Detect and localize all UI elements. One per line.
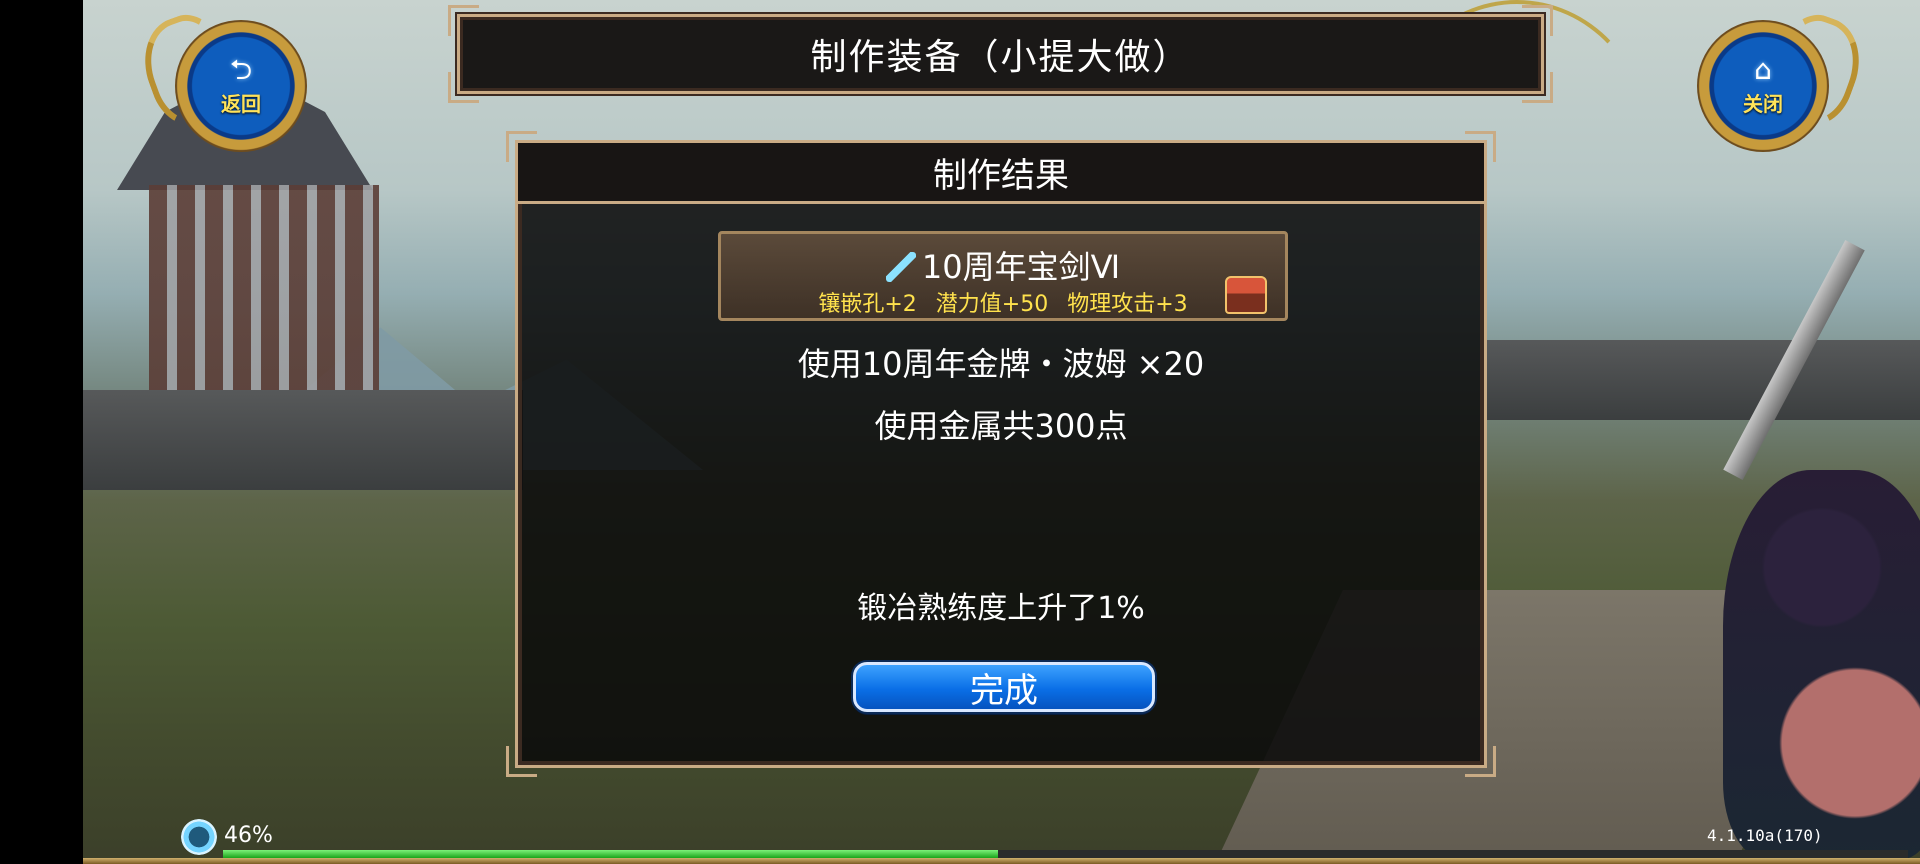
back-button[interactable]: ⮌ 返回 <box>131 5 307 152</box>
close-button[interactable]: ⌂ 关闭 <box>1697 5 1873 152</box>
title-banner: 制作装备（小提大做） <box>448 5 1553 103</box>
corner-ornament <box>506 746 537 777</box>
corner-ornament <box>1465 746 1496 777</box>
dialog-title: 制作结果 <box>933 155 1069 196</box>
done-button[interactable]: 完成 <box>853 662 1155 712</box>
corner-ornament <box>448 5 479 36</box>
proficiency-text: 锻冶熟练度上升了1% <box>857 591 1145 626</box>
item-stats: 镶嵌孔+2 潜力值+50 物理攻击+3 <box>721 286 1285 318</box>
item-stat: 潜力值+50 <box>935 292 1049 317</box>
corner-ornament <box>448 72 479 103</box>
back-button-label: 返回 <box>221 91 261 116</box>
page-title: 制作装备（小提大做） <box>810 37 1191 78</box>
crafted-item-card[interactable]: 10周年宝剑Ⅵ 镶嵌孔+2 潜力值+50 物理攻击+3 <box>718 231 1288 321</box>
version-label: 4.1.10a(170) <box>1707 826 1823 845</box>
progress-percentage: 46% <box>224 823 273 848</box>
stone-wall-right <box>1483 340 1920 420</box>
stone-wall-left <box>83 390 523 490</box>
corner-ornament <box>1522 5 1553 36</box>
close-button-label: 关闭 <box>1743 91 1783 116</box>
home-icon: ⌂ <box>1754 52 1772 86</box>
progress-bar <box>223 850 1908 858</box>
dialog-header: 制作结果 <box>518 143 1484 204</box>
item-stat: 镶嵌孔+2 <box>818 292 917 317</box>
bottom-frame <box>83 858 1920 864</box>
item-name: 10周年宝剑Ⅵ <box>921 248 1121 286</box>
back-arrow-icon: ⮌ <box>229 52 253 86</box>
item-name-row: 10周年宝剑Ⅵ <box>721 242 1285 288</box>
item-stat: 物理攻击+3 <box>1067 292 1188 317</box>
corner-ornament <box>1522 72 1553 103</box>
result-dialog: 制作结果 10周年宝剑Ⅵ 镶嵌孔+2 潜力值+50 物理攻击+3 使用10周年金… <box>506 131 1496 777</box>
progress-bar-fill <box>223 850 999 858</box>
sword-icon <box>885 252 916 282</box>
player-character[interactable] <box>1723 470 1920 860</box>
treasure-chest-icon <box>1225 276 1267 314</box>
material-used-text: 使用10周年金牌・波姆 ×20 <box>797 345 1205 383</box>
metal-used-text: 使用金属共300点 <box>874 407 1128 445</box>
loading-orb-icon <box>181 819 217 855</box>
